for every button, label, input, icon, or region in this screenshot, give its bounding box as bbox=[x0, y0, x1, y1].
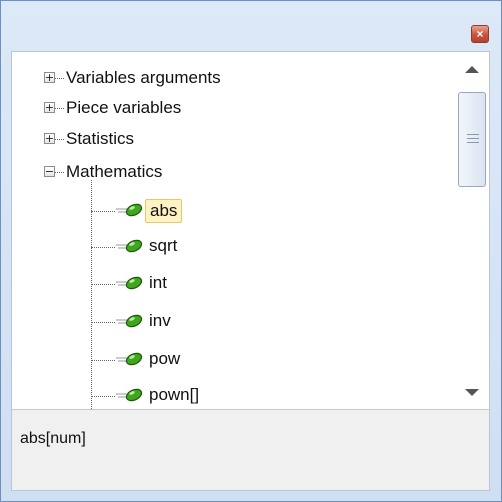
vertical-scrollbar[interactable] bbox=[455, 52, 489, 409]
tree-item-function-abs[interactable]: abs bbox=[12, 197, 452, 225]
tree-item-label: inv bbox=[149, 311, 171, 330]
tree-item-function-inv[interactable]: inv bbox=[12, 308, 452, 336]
function-icon bbox=[116, 239, 143, 253]
tree-item-function-sqrt[interactable]: sqrt bbox=[12, 233, 452, 261]
scroll-down-icon[interactable] bbox=[465, 389, 479, 396]
tree-connector bbox=[55, 139, 64, 140]
function-description: abs[num] bbox=[20, 430, 86, 447]
function-icon bbox=[116, 203, 143, 217]
function-icon bbox=[116, 314, 143, 328]
tree-item-function-pown[interactable]: pown[] bbox=[12, 382, 452, 409]
grip-icon bbox=[467, 138, 479, 139]
tree-item-function-pow[interactable]: pow bbox=[12, 346, 452, 374]
tree-connector bbox=[91, 284, 115, 285]
tree-item-label: Mathematics bbox=[66, 162, 163, 181]
tree-item-label: sqrt bbox=[149, 236, 178, 255]
tree-item-label: Variables arguments bbox=[66, 68, 221, 87]
tree-connector bbox=[91, 211, 115, 212]
tree-item-label: int bbox=[149, 273, 167, 292]
function-icon bbox=[116, 352, 143, 366]
content-area: + Variables arguments + Piece variables … bbox=[11, 51, 490, 491]
tree-item-label: pown[] bbox=[149, 385, 200, 404]
tree-item-label: Piece variables bbox=[66, 98, 182, 117]
function-picker-window: × + Variables arguments + Piece variable… bbox=[0, 0, 502, 502]
scrollbar-thumb[interactable] bbox=[458, 92, 486, 187]
tree-item-statistics[interactable]: + Statistics bbox=[12, 125, 452, 153]
grip-icon bbox=[467, 134, 479, 135]
tree-connector bbox=[55, 172, 64, 173]
grip-icon bbox=[467, 142, 479, 143]
tree-connector bbox=[91, 396, 115, 397]
tree-item-variables-arguments[interactable]: + Variables arguments bbox=[12, 64, 452, 92]
tree-item-label: abs bbox=[145, 199, 183, 223]
tree-connector bbox=[55, 78, 64, 79]
close-icon: × bbox=[476, 27, 484, 41]
expand-icon[interactable]: + bbox=[44, 72, 55, 83]
tree-connector bbox=[55, 108, 64, 109]
title-bar: × bbox=[1, 1, 501, 49]
tree-item-function-int[interactable]: int bbox=[12, 270, 452, 298]
tree-connector bbox=[91, 322, 115, 323]
scroll-up-icon[interactable] bbox=[465, 66, 479, 73]
function-tree: + Variables arguments + Piece variables … bbox=[12, 52, 489, 410]
collapse-icon[interactable]: − bbox=[44, 166, 55, 177]
tree-item-piece-variables[interactable]: + Piece variables bbox=[12, 94, 452, 122]
tree-item-label: Statistics bbox=[66, 129, 135, 148]
expand-icon[interactable]: + bbox=[44, 102, 55, 113]
tree-item-label: pow bbox=[149, 349, 181, 368]
close-button[interactable]: × bbox=[471, 25, 489, 43]
function-icon bbox=[116, 388, 143, 402]
function-icon bbox=[116, 276, 143, 290]
expand-icon[interactable]: + bbox=[44, 133, 55, 144]
tree-connector bbox=[91, 360, 115, 361]
tree-item-mathematics[interactable]: − Mathematics bbox=[12, 158, 452, 186]
tree-connector bbox=[91, 247, 115, 248]
